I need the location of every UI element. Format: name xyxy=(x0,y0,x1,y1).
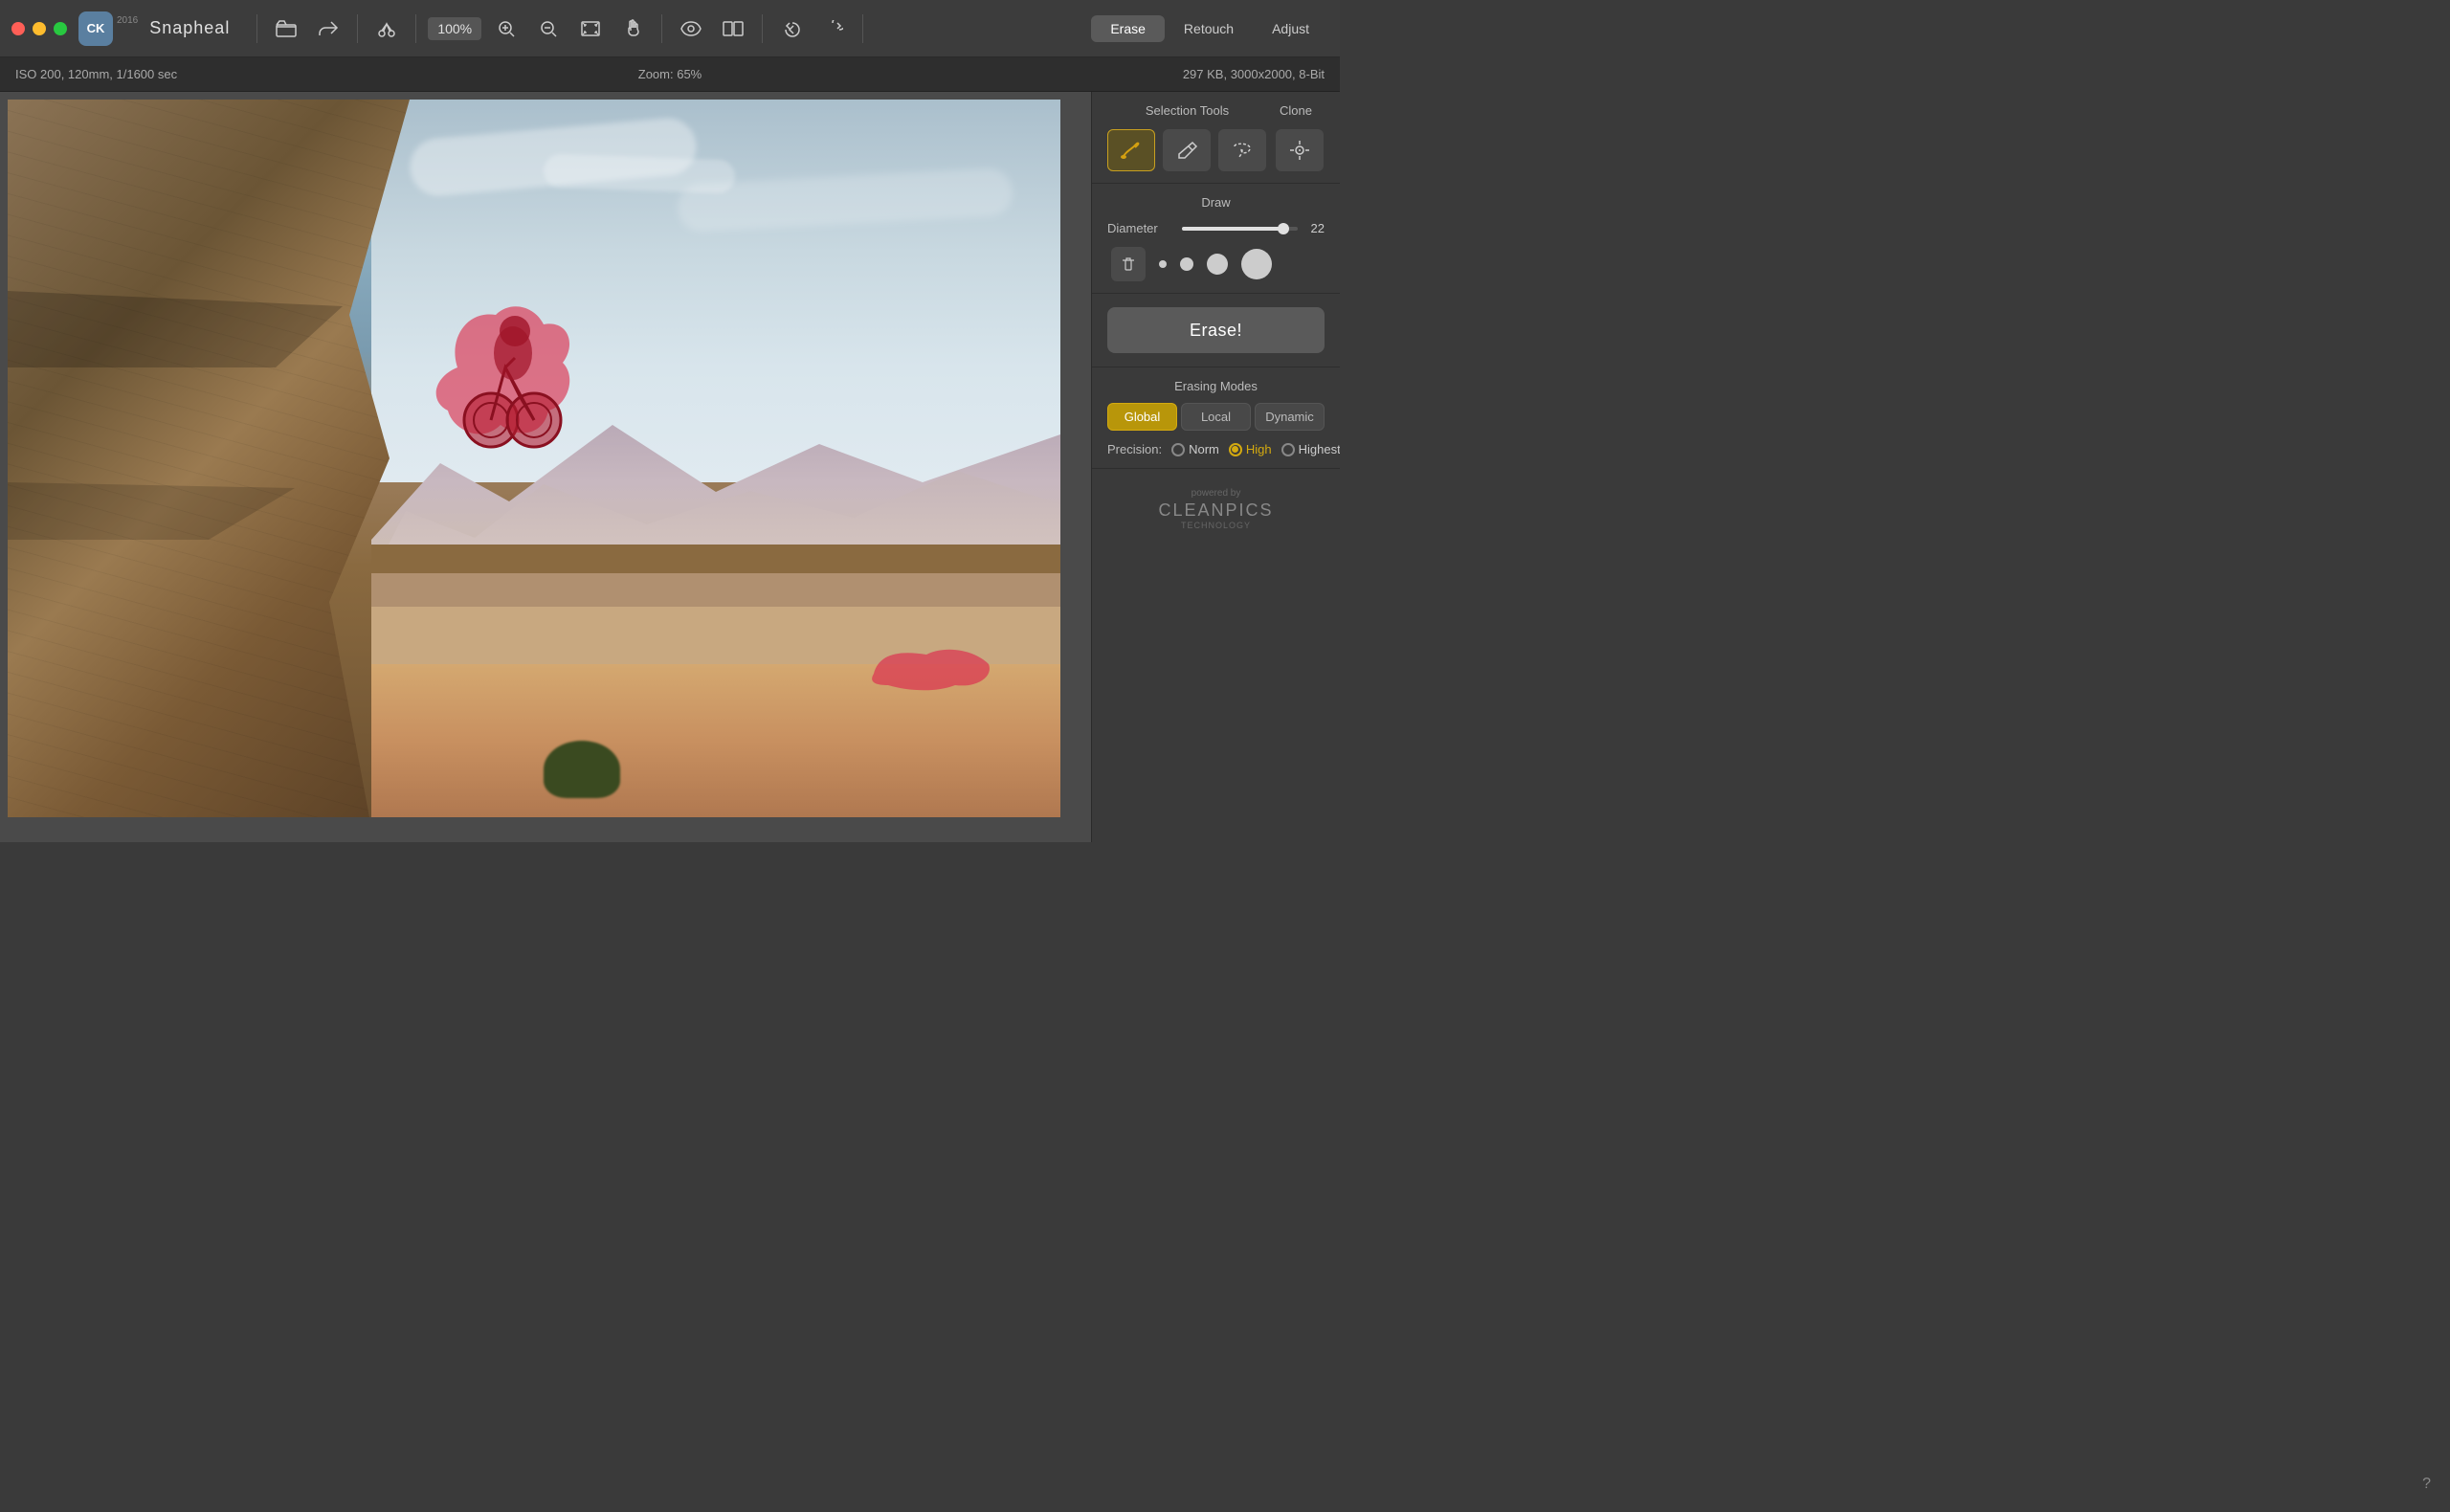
cut-tool-button[interactable] xyxy=(366,11,408,46)
photo-background xyxy=(8,100,1060,817)
diameter-row: Diameter 22 xyxy=(1107,221,1325,235)
precision-high-option[interactable]: High xyxy=(1229,442,1272,456)
modes-row: Global Local Dynamic xyxy=(1107,403,1325,431)
tab-retouch[interactable]: Retouch xyxy=(1165,15,1253,42)
selection-clone-header: Selection Tools Clone xyxy=(1107,103,1325,118)
zoom-display: 100% xyxy=(428,17,481,40)
compare-button[interactable] xyxy=(712,11,754,46)
erasing-modes-section: Erasing Modes Global Local Dynamic Preci… xyxy=(1092,367,1340,469)
small-selection xyxy=(869,635,993,693)
canvas-area[interactable] xyxy=(0,92,1091,842)
tab-adjust[interactable]: Adjust xyxy=(1253,15,1328,42)
info-filesize: 297 KB, 3000x2000, 8-Bit xyxy=(1183,67,1325,81)
undo-button[interactable] xyxy=(770,11,813,46)
clear-selection-button[interactable] xyxy=(1111,247,1146,281)
selection-tools-row xyxy=(1107,129,1266,171)
right-panel: Selection Tools Clone xyxy=(1091,92,1340,842)
erase-button-container: Erase! xyxy=(1092,294,1340,367)
zoom-out-button[interactable] xyxy=(527,11,569,46)
toolbar-separator-6 xyxy=(862,14,863,43)
diameter-label: Diameter xyxy=(1107,221,1174,235)
main-area: Selection Tools Clone xyxy=(0,92,1340,842)
toolbar-separator-5 xyxy=(762,14,763,43)
main-tabs: Erase Retouch Adjust xyxy=(1091,15,1328,42)
rock-texture xyxy=(8,100,410,817)
powered-by-text: powered by xyxy=(1107,488,1325,499)
redo-button[interactable] xyxy=(813,11,855,46)
toolbar-separator-4 xyxy=(661,14,662,43)
hand-tool-button[interactable] xyxy=(612,11,654,46)
slider-thumb[interactable] xyxy=(1278,223,1289,234)
brush-sizes-row xyxy=(1107,247,1325,281)
shrub xyxy=(544,741,620,798)
draw-title: Draw xyxy=(1107,195,1325,210)
info-zoom: Zoom: 65% xyxy=(638,67,702,81)
titlebar: CK 2016 Snapheal 100% xyxy=(0,0,1340,57)
share-button[interactable] xyxy=(307,11,349,46)
brush-size-lg[interactable] xyxy=(1241,249,1272,279)
precision-highest-option[interactable]: Highest xyxy=(1281,442,1340,456)
erase-button[interactable]: Erase! xyxy=(1107,307,1325,353)
precision-row: Precision: Norm High Highest xyxy=(1107,442,1325,456)
clone-tool-container xyxy=(1274,129,1325,171)
open-button[interactable] xyxy=(265,11,307,46)
selection-tools-title: Selection Tools xyxy=(1107,103,1267,118)
selection-tools-section: Selection Tools Clone xyxy=(1092,92,1340,184)
fit-button[interactable] xyxy=(569,11,612,46)
diameter-slider[interactable] xyxy=(1182,227,1298,231)
infobar: ISO 200, 120mm, 1/1600 sec Zoom: 65% 297… xyxy=(0,57,1340,92)
mode-global-button[interactable]: Global xyxy=(1107,403,1177,431)
close-button[interactable] xyxy=(11,22,25,35)
photo-canvas xyxy=(8,100,1091,842)
precision-high-label: High xyxy=(1246,442,1272,456)
cleanpics-sub-text: TECHNOLOGY xyxy=(1107,521,1325,530)
eraser-tool-button[interactable] xyxy=(1163,129,1211,171)
zoom-in-button[interactable] xyxy=(485,11,527,46)
toolbar-separator-2 xyxy=(357,14,358,43)
precision-label: Precision: xyxy=(1107,442,1162,456)
precision-norm-label: Norm xyxy=(1189,442,1219,456)
app-year: 2016 xyxy=(117,15,138,26)
lasso-tool-button[interactable] xyxy=(1218,129,1266,171)
app-name: Snapheal xyxy=(149,18,230,38)
mode-local-button[interactable]: Local xyxy=(1181,403,1251,431)
mode-dynamic-button[interactable]: Dynamic xyxy=(1255,403,1325,431)
tab-erase[interactable]: Erase xyxy=(1091,15,1165,42)
erasing-modes-title: Erasing Modes xyxy=(1107,379,1325,393)
diameter-value: 22 xyxy=(1305,221,1325,235)
clone-tool-button[interactable] xyxy=(1276,129,1324,171)
precision-highest-label: Highest xyxy=(1299,442,1340,456)
clone-title: Clone xyxy=(1267,103,1325,118)
app-icon: CK xyxy=(78,11,113,46)
precision-high-radio[interactable] xyxy=(1229,443,1242,456)
precision-highest-radio[interactable] xyxy=(1281,443,1295,456)
cleanpics-logo: powered by CLEANPICS TECHNOLOGY xyxy=(1092,469,1340,549)
precision-norm-radio[interactable] xyxy=(1171,443,1185,456)
tools-clone-row xyxy=(1107,129,1325,171)
plateau xyxy=(371,545,1060,573)
precision-norm-option[interactable]: Norm xyxy=(1171,442,1219,456)
traffic-lights xyxy=(11,22,67,35)
cleanpics-text: CLEANPICS xyxy=(1107,500,1325,521)
toolbar-separator-3 xyxy=(415,14,416,43)
brush-size-xs[interactable] xyxy=(1159,260,1167,268)
biker-selection xyxy=(429,291,582,463)
minimize-button[interactable] xyxy=(33,22,46,35)
brush-tool-button[interactable] xyxy=(1107,129,1155,171)
maximize-button[interactable] xyxy=(54,22,67,35)
app-logo: CK 2016 Snapheal xyxy=(78,11,230,46)
preview-button[interactable] xyxy=(670,11,712,46)
brush-size-md[interactable] xyxy=(1207,254,1228,275)
draw-section: Draw Diameter 22 xyxy=(1092,184,1340,294)
info-iso: ISO 200, 120mm, 1/1600 sec xyxy=(15,67,1183,81)
precision-radio-group: Norm High Highest xyxy=(1171,442,1340,456)
precision-high-dot xyxy=(1232,446,1238,453)
toolbar-separator-1 xyxy=(256,14,257,43)
brush-size-sm[interactable] xyxy=(1180,257,1193,271)
